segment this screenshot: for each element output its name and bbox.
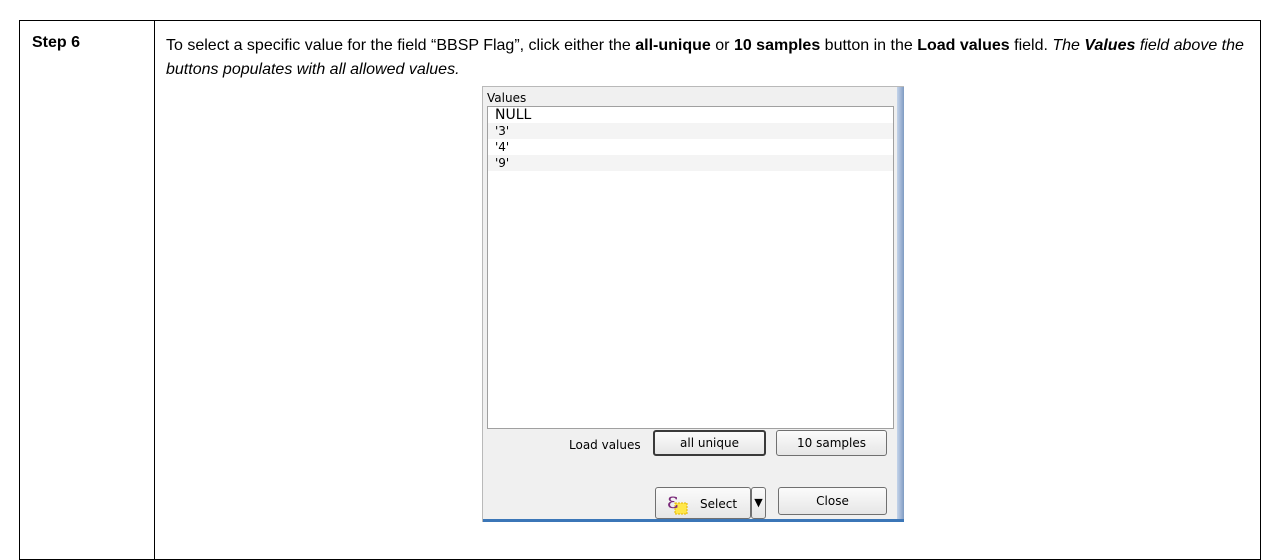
instruction-bold-10-samples: 10 samples [733,37,821,54]
list-item[interactable]: NULL [488,107,893,123]
all-unique-button[interactable]: all unique [653,430,766,456]
triangle-down-icon: ▼ [754,496,763,509]
values-dialog: Values NULL '3' '4' '9' Load values all … [482,86,904,522]
dialog-bottom-edge [483,519,904,522]
list-item[interactable]: '4' [488,139,893,155]
svg-text:ε: ε [667,489,678,514]
select-dropdown-button[interactable]: ▼ [751,487,766,519]
instruction-text-3: button in the [820,37,918,54]
values-list[interactable]: NULL '3' '4' '9' [487,106,894,429]
column-divider [154,21,155,559]
instruction-italic-1: The [1052,37,1085,54]
list-item[interactable]: '9' [488,155,893,171]
10-samples-button[interactable]: 10 samples [776,430,887,456]
instruction-text-4: field. [1009,37,1053,54]
instruction-italic-bold-values: Values [1084,37,1136,54]
select-button-label: Select [700,497,738,511]
step-instructions: To select a specific value for the field… [166,34,1246,82]
instruction-bold-all-unique: all-unique [635,37,711,54]
dialog-window-border [897,87,904,522]
load-values-label: Load values [569,438,641,452]
select-button[interactable]: ε Select [655,487,751,519]
instruction-bold-load-values: Load values [917,37,1010,54]
values-label: Values [487,91,527,105]
close-button[interactable]: Close [778,487,887,515]
epsilon-expression-icon: ε [667,489,688,515]
instruction-text-2: or [710,37,734,54]
instruction-text-1: To select a specific value for the field… [166,37,636,54]
list-item[interactable]: '3' [488,123,893,139]
step-label: Step 6 [32,34,81,51]
